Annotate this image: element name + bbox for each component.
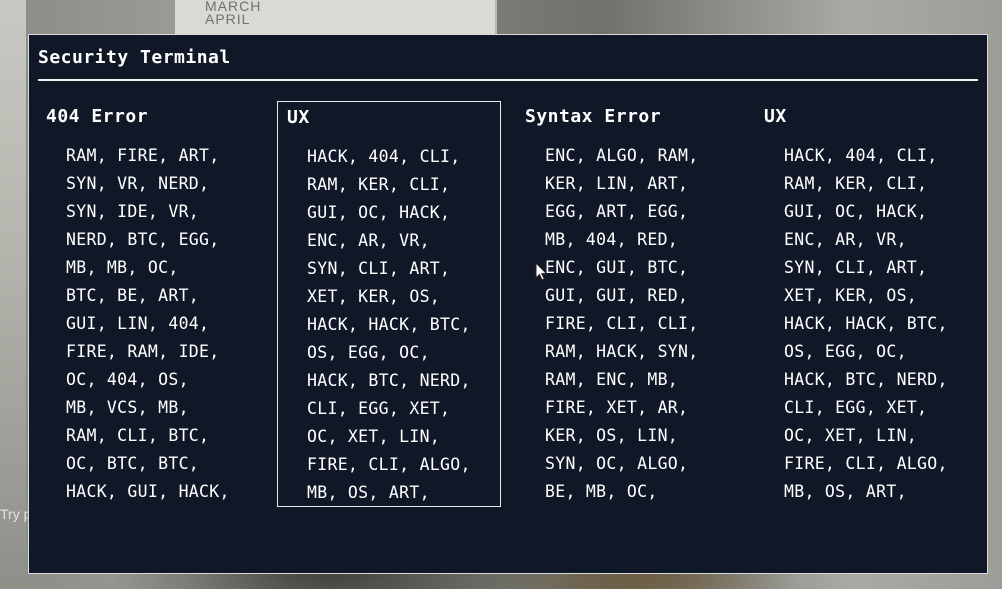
code-row[interactable]: GUI, GUI, RED,: [545, 282, 699, 310]
code-row[interactable]: SYN, VR, NERD,: [66, 170, 230, 198]
code-row[interactable]: RAM, ENC, MB,: [545, 366, 699, 394]
code-row[interactable]: GUI, LIN, 404,: [66, 310, 230, 338]
background-wall-panel: [0, 0, 26, 589]
code-row[interactable]: BE, MB, OC,: [545, 478, 699, 506]
column-title: UX: [764, 106, 787, 127]
column-0[interactable]: 404 Error RAM, FIRE, ART, SYN, VR, NERD, S…: [37, 101, 261, 507]
code-row[interactable]: HACK, GUI, HACK,: [66, 478, 230, 506]
security-terminal-window: Security Terminal 404 Error RAM, FIRE, A…: [28, 34, 988, 574]
code-row[interactable]: HACK, BTC, NERD,: [307, 367, 471, 395]
column-title: Syntax Error: [525, 106, 662, 127]
background-calendar-text: MARCH APRIL: [205, 0, 262, 27]
code-row[interactable]: XET, KER, OS,: [307, 283, 471, 311]
code-row[interactable]: MB, MB, OC,: [66, 254, 230, 282]
code-row[interactable]: HACK, HACK, BTC,: [784, 310, 948, 338]
code-row[interactable]: SYN, CLI, ART,: [784, 254, 948, 282]
column-list: HACK, 404, CLI, RAM, KER, CLI, GUI, OC, HA…: [307, 143, 471, 507]
code-row[interactable]: GUI, OC, HACK,: [784, 198, 948, 226]
code-row[interactable]: FIRE, RAM, IDE,: [66, 338, 230, 366]
code-row[interactable]: OC, 404, OS,: [66, 366, 230, 394]
code-row[interactable]: CLI, EGG, XET,: [784, 394, 948, 422]
code-row[interactable]: KER, LIN, ART,: [545, 170, 699, 198]
code-row[interactable]: OS, EGG, OC,: [307, 339, 471, 367]
code-row[interactable]: OS, EGG, OC,: [784, 338, 948, 366]
code-row[interactable]: KER, OS, LIN,: [545, 422, 699, 450]
code-row[interactable]: RAM, KER, CLI,: [784, 170, 948, 198]
code-row[interactable]: MB, OS, ART,: [307, 479, 471, 507]
column-title: 404 Error: [46, 106, 149, 127]
code-row[interactable]: SYN, CLI, ART,: [307, 255, 471, 283]
code-row[interactable]: FIRE, CLI, CLI,: [545, 310, 699, 338]
column-title: UX: [287, 107, 310, 128]
code-row[interactable]: SYN, IDE, VR,: [66, 198, 230, 226]
column-list: RAM, FIRE, ART, SYN, VR, NERD, SYN, IDE, V…: [66, 142, 230, 506]
code-row[interactable]: ENC, GUI, BTC,: [545, 254, 699, 282]
code-row[interactable]: CLI, EGG, XET,: [307, 395, 471, 423]
code-row[interactable]: XET, KER, OS,: [784, 282, 948, 310]
code-row[interactable]: SYN, OC, ALGO,: [545, 450, 699, 478]
terminal-title: Security Terminal: [38, 47, 231, 68]
column-1[interactable]: UX HACK, 404, CLI, RAM, KER, CLI, GUI, OC,…: [277, 101, 501, 507]
code-row[interactable]: FIRE, CLI, ALGO,: [307, 451, 471, 479]
column-2[interactable]: Syntax Error ENC, ALGO, RAM, KER, LIN, AR…: [516, 101, 740, 507]
code-row[interactable]: RAM, CLI, BTC,: [66, 422, 230, 450]
code-row[interactable]: MB, VCS, MB,: [66, 394, 230, 422]
code-row[interactable]: OC, XET, LIN,: [784, 422, 948, 450]
code-row[interactable]: FIRE, CLI, ALGO,: [784, 450, 948, 478]
title-divider: [38, 79, 978, 81]
code-row[interactable]: ENC, AR, VR,: [784, 226, 948, 254]
code-row[interactable]: HACK, HACK, BTC,: [307, 311, 471, 339]
code-row[interactable]: FIRE, XET, AR,: [545, 394, 699, 422]
code-row[interactable]: RAM, FIRE, ART,: [66, 142, 230, 170]
code-row[interactable]: HACK, 404, CLI,: [307, 143, 471, 171]
column-list: HACK, 404, CLI, RAM, KER, CLI, GUI, OC, HA…: [784, 142, 948, 506]
code-row[interactable]: OC, BTC, BTC,: [66, 450, 230, 478]
mouse-pointer-icon: [535, 262, 548, 281]
code-row[interactable]: RAM, HACK, SYN,: [545, 338, 699, 366]
code-row[interactable]: HACK, BTC, NERD,: [784, 366, 948, 394]
code-row[interactable]: ENC, AR, VR,: [307, 227, 471, 255]
code-row[interactable]: BTC, BE, ART,: [66, 282, 230, 310]
code-row[interactable]: HACK, 404, CLI,: [784, 142, 948, 170]
column-3[interactable]: UX HACK, 404, CLI, RAM, KER, CLI, GUI, OC,…: [755, 101, 979, 507]
code-row[interactable]: OC, XET, LIN,: [307, 423, 471, 451]
background-hint-text: Try p: [0, 506, 32, 522]
code-row[interactable]: MB, OS, ART,: [784, 478, 948, 506]
code-row[interactable]: ENC, ALGO, RAM,: [545, 142, 699, 170]
code-row[interactable]: EGG, ART, EGG,: [545, 198, 699, 226]
code-row[interactable]: RAM, KER, CLI,: [307, 171, 471, 199]
code-row[interactable]: MB, 404, RED,: [545, 226, 699, 254]
column-list: ENC, ALGO, RAM, KER, LIN, ART, EGG, ART, E…: [545, 142, 699, 506]
code-row[interactable]: NERD, BTC, EGG,: [66, 226, 230, 254]
code-row[interactable]: GUI, OC, HACK,: [307, 199, 471, 227]
